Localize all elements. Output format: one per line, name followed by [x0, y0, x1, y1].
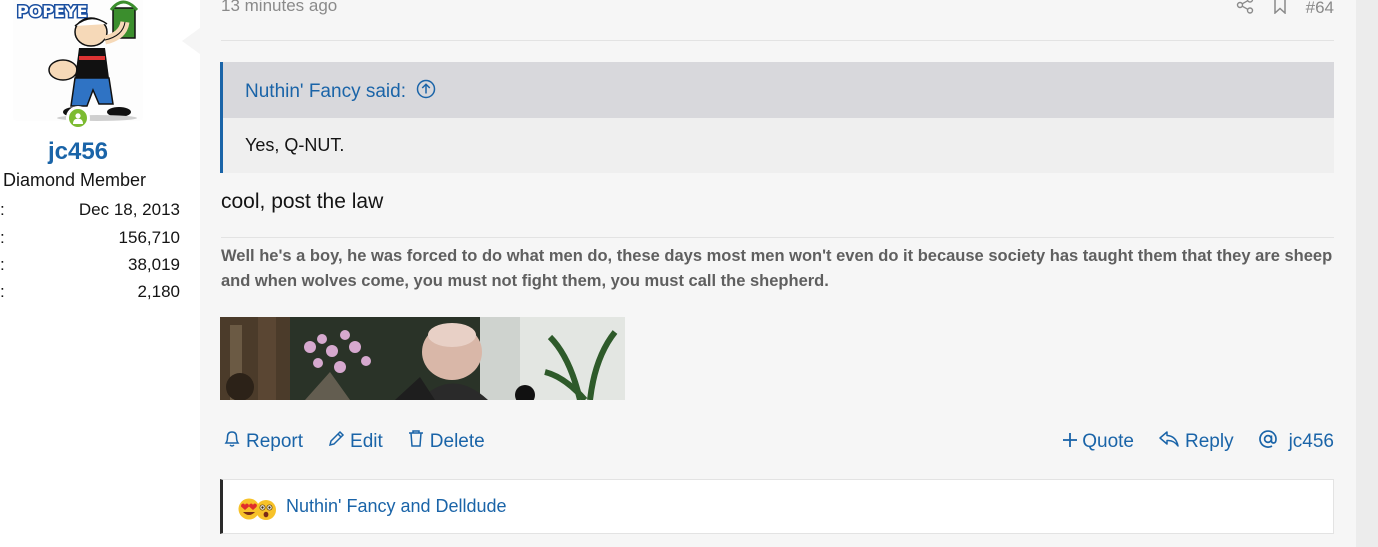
user-stat-messages: : 156,710	[0, 228, 180, 252]
signature-gif-image[interactable]	[220, 317, 625, 400]
scrollbar[interactable]	[1356, 0, 1378, 547]
signature-divider	[221, 237, 1334, 238]
stat-value: 38,019	[128, 255, 180, 274]
post-main: 13 minutes ago #64 Nuthin' Fancy said: Y…	[200, 0, 1356, 547]
edit-button[interactable]: Edit	[327, 429, 383, 454]
online-status-icon	[66, 106, 90, 130]
trash-icon	[407, 429, 425, 454]
delete-button[interactable]: Delete	[407, 429, 485, 454]
mention-label: jc456	[1288, 431, 1334, 452]
stat-key: :	[0, 228, 5, 247]
post-actions-left: Report Edit Delete	[223, 429, 485, 454]
user-stat-reactions: : 38,019	[0, 255, 180, 279]
post-actions-right: Quote Reply jc456	[1063, 429, 1334, 455]
arrow-up-circle-icon[interactable]	[416, 79, 436, 105]
post-pointer-arrow	[182, 28, 200, 54]
reactions-bar[interactable]: Nuthin' Fancy and Delldude	[220, 479, 1334, 534]
user-avatar[interactable]: POPEYE	[13, 0, 143, 121]
user-info-column: POPEYE jc456 Diamond Member: Dec 18, 20…	[0, 0, 201, 547]
stat-value: Dec 18, 2013	[78, 200, 180, 219]
user-stat-joined: : Dec 18, 2013	[0, 200, 180, 224]
stat-key: :	[0, 200, 5, 219]
username-link[interactable]: jc456	[0, 138, 156, 166]
pencil-icon	[327, 429, 345, 454]
popeye-avatar-image: POPEYE	[13, 0, 143, 121]
quote-body-text: Yes, Q-NUT.	[245, 135, 345, 155]
report-button[interactable]: Report	[223, 429, 303, 454]
reply-button[interactable]: Reply	[1158, 429, 1234, 455]
share-icon[interactable]	[1236, 0, 1254, 19]
user-title: Diamond Member	[3, 170, 147, 190]
quote-author-link[interactable]: Nuthin' Fancy said:	[245, 79, 436, 105]
stat-key: :	[0, 255, 5, 274]
user-signature: Well he's a boy, he was forced to do wha…	[221, 247, 1333, 290]
stat-key: :	[0, 282, 5, 301]
edit-label: Edit	[350, 430, 383, 452]
gif-scene	[220, 317, 625, 400]
avatar-logo-text: POPEYE	[17, 2, 88, 21]
quote-block: Nuthin' Fancy said: Yes, Q-NUT.	[220, 62, 1334, 173]
reply-arrow-icon	[1158, 430, 1180, 454]
delete-label: Delete	[429, 430, 485, 452]
quote-author-text: Nuthin' Fancy said:	[245, 81, 406, 102]
bell-icon	[223, 429, 241, 454]
plus-icon	[1063, 431, 1078, 453]
header-divider	[221, 40, 1334, 41]
mention-button[interactable]: jc456	[1258, 429, 1334, 455]
reaction-users-link[interactable]: Nuthin' Fancy and Delldude	[286, 496, 507, 517]
reaction-emojis	[237, 497, 279, 521]
post-number-link[interactable]: #64	[1306, 0, 1334, 18]
user-stat-points: : 2,180	[0, 282, 180, 306]
post-message-text: cool, post the law	[221, 190, 384, 213]
stat-value: 156,710	[118, 228, 180, 247]
quote-header: Nuthin' Fancy said:	[223, 62, 1334, 118]
quote-button[interactable]: Quote	[1063, 429, 1134, 455]
quote-label: Quote	[1082, 431, 1134, 452]
bookmark-icon[interactable]	[1272, 0, 1288, 19]
astonished-icon	[256, 500, 276, 520]
post-timestamp[interactable]: 13 minutes ago	[221, 0, 337, 16]
stat-value: 2,180	[137, 282, 180, 301]
reply-label: Reply	[1185, 431, 1234, 452]
at-sign-icon	[1258, 429, 1278, 455]
post-header-actions: #64	[1236, 0, 1334, 19]
report-label: Report	[246, 430, 304, 452]
